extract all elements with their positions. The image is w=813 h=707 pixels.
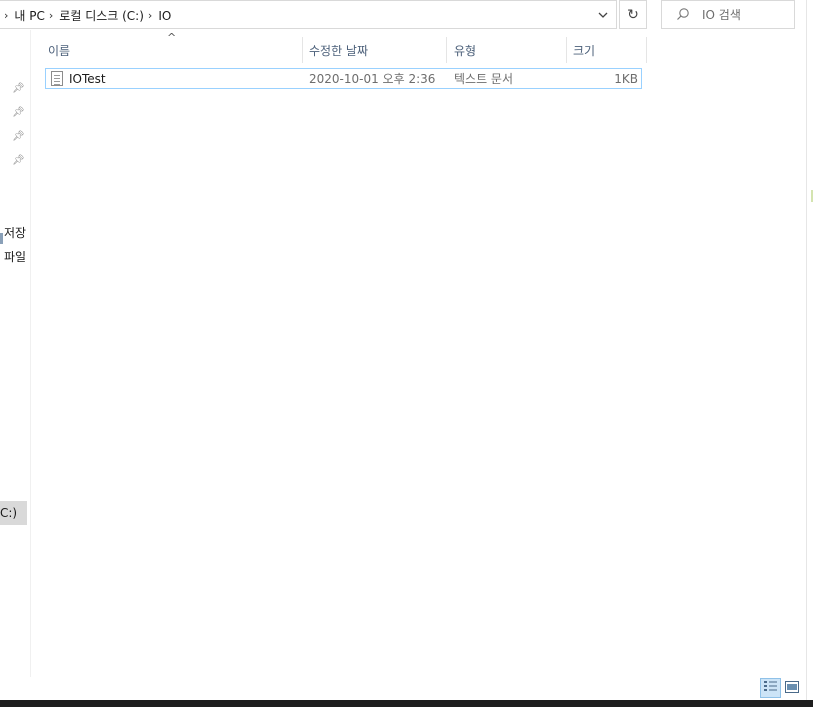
- pin-icon: 📌︎: [12, 131, 25, 142]
- chevron-right-icon[interactable]: ›: [49, 9, 53, 22]
- column-header-type[interactable]: 유형: [454, 37, 564, 63]
- file-type: 텍스트 문서: [454, 72, 514, 86]
- column-header-date[interactable]: 수정한 날짜: [309, 37, 444, 63]
- search-box[interactable]: [661, 0, 795, 29]
- refresh-icon: ↻: [627, 6, 639, 23]
- column-header-name[interactable]: 이름: [48, 37, 300, 63]
- breadcrumb-item-local-disk[interactable]: 로컬 디스크 (C:): [59, 7, 144, 24]
- nav-scroll-marker: [0, 233, 3, 244]
- file-row[interactable]: IOTest 2020-10-01 오후 2:36 텍스트 문서 1KB: [45, 68, 642, 89]
- search-input[interactable]: [702, 7, 782, 22]
- large-icons-view-button[interactable]: [784, 680, 800, 696]
- breadcrumb: › 내 PC › 로컬 디스크 (C:) › IO: [0, 1, 171, 30]
- column-header-label: 이름: [48, 43, 71, 58]
- file-size: 1KB: [614, 71, 638, 86]
- pin-icon: 📌︎: [12, 107, 25, 118]
- details-view-button[interactable]: [760, 678, 781, 698]
- address-bar[interactable]: › 내 PC › 로컬 디스크 (C:) › IO: [0, 0, 617, 29]
- column-header-label: 크기: [573, 43, 596, 58]
- file-date: 2020-10-01 오후 2:36: [309, 72, 436, 86]
- chevron-right-icon[interactable]: ›: [4, 9, 8, 22]
- pin-icon: 📌︎: [12, 83, 25, 94]
- nav-item-local-disk-selected[interactable]: C:): [0, 501, 27, 525]
- nav-item-saved[interactable]: 저장: [4, 224, 26, 241]
- column-divider[interactable]: [302, 37, 303, 63]
- column-divider[interactable]: [646, 37, 647, 63]
- nav-item-file[interactable]: 파일: [4, 248, 26, 265]
- column-divider[interactable]: [566, 37, 567, 63]
- refresh-button[interactable]: ↻: [619, 0, 647, 29]
- nav-item-label: C:): [0, 506, 18, 520]
- search-icon: [676, 7, 692, 23]
- breadcrumb-item-io[interactable]: IO: [158, 9, 171, 23]
- large-icons-view-icon: [785, 680, 799, 696]
- chevron-down-icon[interactable]: [595, 9, 611, 23]
- column-header-label: 유형: [454, 43, 477, 58]
- taskbar-edge: [0, 700, 813, 707]
- navigation-pane[interactable]: 📌︎ 📌︎ 📌︎ 📌︎ 저장 파일: [0, 30, 31, 677]
- breadcrumb-item-this-pc[interactable]: 내 PC: [14, 7, 44, 24]
- window-edge: [806, 0, 807, 700]
- file-name: IOTest: [69, 71, 106, 86]
- text-file-icon: [51, 71, 63, 86]
- details-view-icon: [763, 680, 778, 696]
- column-header-label: 수정한 날짜: [309, 43, 369, 58]
- column-divider[interactable]: [446, 37, 447, 63]
- chevron-right-icon[interactable]: ›: [148, 9, 152, 22]
- column-header-size[interactable]: 크기: [573, 37, 645, 63]
- pin-icon: 📌︎: [12, 155, 25, 166]
